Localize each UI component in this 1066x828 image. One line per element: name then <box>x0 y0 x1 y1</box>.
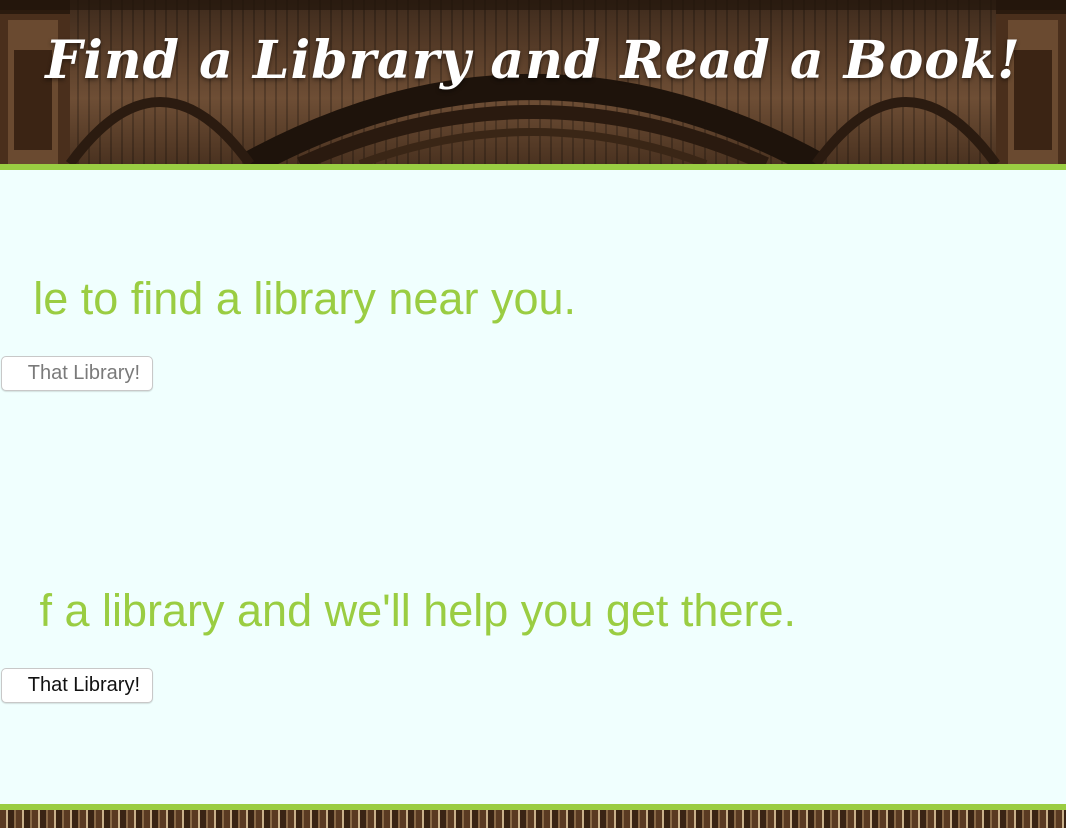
find-nearby-library-button[interactable]: That Library! <box>0 356 153 391</box>
footer-bookshelf-strip <box>0 810 1066 828</box>
site-title: Find a Library and Read a Book! <box>45 30 1021 91</box>
directions-prompt: f a library and we'll help you get there… <box>39 585 796 636</box>
main-panel: le to find a library near you. That Libr… <box>0 164 1066 810</box>
header-banner: Find a Library and Read a Book! <box>0 0 1066 164</box>
find-nearby-prompt: le to find a library near you. <box>33 273 576 324</box>
get-directions-library-button[interactable]: That Library! <box>0 668 153 703</box>
page: Find a Library and Read a Book! le to fi… <box>0 0 1066 828</box>
